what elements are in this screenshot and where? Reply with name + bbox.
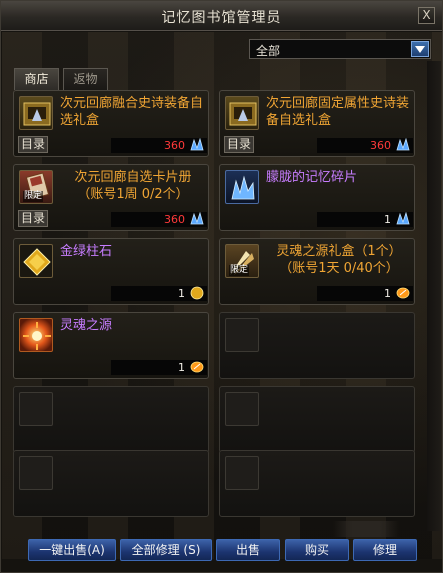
repair-all-button[interactable]: 全部修理 (S) bbox=[120, 539, 212, 561]
category-filter-dropdown[interactable]: 全部 bbox=[249, 39, 431, 59]
item-name: 次元回廊自选卡片册 （账号1周 0/2个） bbox=[74, 170, 192, 202]
empty-slot-icon bbox=[225, 318, 259, 352]
card-book-icon: 限定 bbox=[19, 170, 53, 204]
item-name: 灵魂之源礼盒（1个） （账号1天 0/40个） bbox=[276, 244, 402, 276]
dropdown-selected-value: 全部 bbox=[256, 44, 281, 58]
crystal-icon bbox=[395, 137, 411, 152]
price-display: 1 bbox=[317, 286, 413, 301]
gift-box-icon: 限定 bbox=[225, 244, 259, 278]
price-display: 1 bbox=[111, 360, 207, 375]
shop-item-slot[interactable]: 限定 次元回廊自选卡片册 （账号1周 0/2个） 目录 360 bbox=[13, 164, 209, 231]
close-button[interactable]: X bbox=[418, 7, 435, 24]
item-price: 1 bbox=[178, 361, 185, 374]
price-display: 1 bbox=[111, 286, 207, 301]
item-price: 360 bbox=[164, 139, 185, 152]
sell-button[interactable]: 出售 bbox=[216, 539, 280, 561]
shop-items-grid: 次元回廊融合史诗装备自选礼盒 目录 360 次元回廊固定属性史诗装备自选礼盒 目… bbox=[13, 90, 419, 520]
shop-item-slot[interactable]: 次元回廊固定属性史诗装备自选礼盒 目录 360 bbox=[219, 90, 415, 157]
shop-item-slot[interactable]: 灵魂之源 1 bbox=[13, 312, 209, 379]
shop-item-slot[interactable]: 限定 灵魂之源礼盒（1个） （账号1天 0/40个） 1 bbox=[219, 238, 415, 305]
empty-slot-icon bbox=[19, 392, 53, 426]
treasure-chest-icon bbox=[19, 96, 53, 130]
catalog-button[interactable]: 目录 bbox=[18, 210, 48, 227]
empty-item-slot bbox=[219, 312, 415, 379]
gold-coin-icon bbox=[189, 286, 205, 300]
item-price: 1 bbox=[384, 287, 391, 300]
treasure-chest-icon bbox=[225, 96, 259, 130]
item-price: 1 bbox=[384, 213, 391, 226]
limited-badge: 限定 bbox=[229, 265, 250, 276]
memory-shard-icon bbox=[225, 170, 259, 204]
price-display: 360 bbox=[111, 211, 207, 227]
npc-shop-window: 记忆图书馆管理员 X 全部 商店 返物 次元回廊融合史诗装备自选礼盒 目录 36… bbox=[0, 0, 443, 573]
item-name: 金绿柱石 bbox=[60, 244, 113, 259]
soul-orb-icon bbox=[189, 360, 205, 374]
price-display: 360 bbox=[317, 137, 413, 153]
empty-item-slot bbox=[219, 450, 415, 517]
window-title: 记忆图书馆管理员 bbox=[161, 10, 282, 26]
shop-item-slot[interactable]: 次元回廊融合史诗装备自选礼盒 目录 360 bbox=[13, 90, 209, 157]
tab-return-items[interactable]: 返物 bbox=[63, 68, 108, 90]
chrysoberyl-icon bbox=[19, 244, 53, 278]
item-price: 1 bbox=[178, 287, 185, 300]
catalog-button[interactable]: 目录 bbox=[18, 136, 48, 153]
item-name: 次元回廊固定属性史诗装备自选礼盒 bbox=[266, 96, 410, 128]
soul-source-icon bbox=[19, 318, 53, 352]
empty-slot-icon bbox=[225, 456, 259, 490]
repair-button[interactable]: 修理 bbox=[353, 539, 417, 561]
empty-item-slot bbox=[13, 386, 209, 453]
empty-item-slot bbox=[13, 450, 209, 517]
price-display: 1 bbox=[317, 211, 413, 227]
tab-shop[interactable]: 商店 bbox=[14, 68, 59, 90]
chevron-down-icon[interactable] bbox=[411, 41, 429, 57]
item-price: 360 bbox=[164, 213, 185, 226]
side-decoration bbox=[427, 61, 441, 531]
bottom-decoration bbox=[333, 521, 399, 537]
limited-badge: 限定 bbox=[23, 191, 44, 202]
crystal-icon bbox=[395, 211, 411, 226]
crystal-icon bbox=[189, 137, 205, 152]
item-name: 灵魂之源 bbox=[60, 318, 113, 333]
price-display: 360 bbox=[111, 137, 207, 153]
empty-item-slot bbox=[219, 386, 415, 453]
item-name: 朦胧的记忆碎片 bbox=[266, 170, 358, 185]
item-price: 360 bbox=[370, 139, 391, 152]
shop-item-slot[interactable]: 朦胧的记忆碎片 1 bbox=[219, 164, 415, 231]
title-bar[interactable]: 记忆图书馆管理员 X bbox=[1, 1, 442, 31]
crystal-icon bbox=[189, 211, 205, 226]
item-name: 次元回廊融合史诗装备自选礼盒 bbox=[60, 96, 204, 128]
shop-item-slot[interactable]: 金绿柱石 1 bbox=[13, 238, 209, 305]
empty-slot-icon bbox=[225, 392, 259, 426]
empty-slot-icon bbox=[19, 456, 53, 490]
catalog-button[interactable]: 目录 bbox=[224, 136, 254, 153]
sell-all-button[interactable]: 一键出售(A) bbox=[28, 539, 116, 561]
buy-button[interactable]: 购买 bbox=[285, 539, 349, 561]
soul-orb-icon bbox=[395, 286, 411, 300]
